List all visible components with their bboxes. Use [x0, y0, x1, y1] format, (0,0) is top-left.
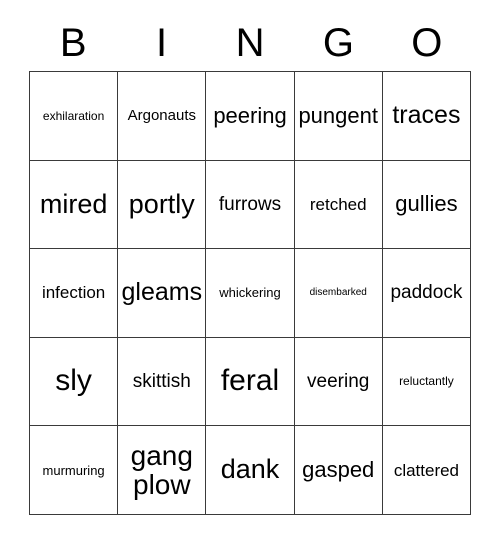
bingo-cell-text: pungent [298, 102, 378, 128]
bingo-row: exhilaration Argonauts peering pungent t… [30, 72, 472, 161]
bingo-grid: exhilaration Argonauts peering pungent t… [29, 71, 472, 515]
bingo-cell-text: retched [309, 194, 367, 214]
bingo-header-letter-b: B [29, 14, 117, 71]
header-letter-text: I [156, 20, 168, 65]
bingo-cell[interactable]: mired [30, 160, 119, 250]
header-letter-text: B [59, 20, 87, 65]
bingo-cell-text: paddock [390, 282, 463, 304]
bingo-cell-text: dank [220, 454, 280, 485]
bingo-cell-text: gang plow [130, 440, 193, 501]
bingo-header-letter-n: N [206, 14, 294, 71]
bingo-cell-text: clattered [393, 460, 460, 480]
bingo-card: B I N G O exhilaration Argonauts peering [0, 0, 500, 544]
bingo-cell[interactable]: reluctantly [382, 337, 472, 427]
bingo-cell[interactable]: paddock [382, 249, 472, 338]
bingo-cell-text: infection [41, 283, 106, 303]
bingo-cell[interactable]: exhilaration [30, 72, 119, 161]
header-letter-text: G [322, 20, 354, 65]
bingo-cell-text: skittish [132, 370, 191, 392]
bingo-cell[interactable]: clattered [382, 426, 472, 515]
bingo-header-letter-i: I [117, 14, 205, 71]
bingo-cell[interactable]: portly [118, 160, 207, 250]
bingo-row: mired portly furrows retched gullies [30, 160, 472, 250]
bingo-cell-text: Argonauts [127, 107, 196, 125]
header-letter-text: N [235, 20, 265, 65]
bingo-cell-text: feral [220, 364, 280, 398]
bingo-header-row: B I N G O [29, 14, 471, 71]
bingo-cell[interactable]: infection [30, 249, 119, 338]
bingo-cell[interactable]: sly [30, 337, 119, 427]
bingo-cell-text: gleams [121, 278, 203, 307]
bingo-cell-text: gullies [395, 191, 458, 217]
bingo-cell-text: traces [392, 101, 461, 130]
bingo-cell[interactable]: disembarked [294, 249, 383, 338]
bingo-cell[interactable]: dank [206, 426, 295, 515]
bingo-cell[interactable]: gullies [382, 160, 472, 250]
bingo-cell-text: portly [128, 188, 195, 219]
bingo-header-letter-g: G [294, 14, 382, 71]
bingo-cell[interactable]: gang plow [118, 426, 207, 515]
bingo-cell[interactable]: pungent [294, 72, 383, 161]
bingo-cell[interactable]: furrows [206, 160, 295, 250]
bingo-cell-text: peering [213, 102, 287, 128]
bingo-cell[interactable]: feral [206, 337, 295, 427]
bingo-cell-text: furrows [218, 193, 282, 215]
bingo-cell[interactable]: Argonauts [118, 72, 207, 161]
bingo-cell-text: veering [307, 370, 370, 392]
bingo-cell-text: disembarked [309, 286, 367, 298]
bingo-row: murmuring gang plow dank gasped clattere… [30, 426, 472, 515]
bingo-header-letter-o: O [383, 14, 471, 71]
bingo-cell[interactable]: peering [206, 72, 295, 161]
bingo-cell[interactable]: murmuring [30, 426, 119, 515]
bingo-row: sly skittish feral veering reluctantly [30, 337, 472, 427]
bingo-cell[interactable]: traces [382, 72, 472, 161]
bingo-cell[interactable]: veering [294, 337, 383, 427]
bingo-cell[interactable]: gleams [118, 249, 207, 338]
bingo-cell[interactable]: whickering [206, 249, 295, 338]
header-letter-text: O [411, 20, 443, 65]
bingo-cell-text: murmuring [42, 462, 105, 478]
bingo-cell-text: mired [39, 188, 108, 219]
bingo-cell-text: sly [55, 364, 92, 398]
bingo-cell[interactable]: retched [294, 160, 383, 250]
bingo-cell-text: whickering [219, 285, 281, 301]
bingo-cell-text: gasped [302, 456, 375, 482]
bingo-cell-text: reluctantly [399, 374, 454, 389]
bingo-cell[interactable]: gasped [294, 426, 383, 515]
bingo-cell-text: exhilaration [42, 108, 105, 123]
bingo-row: infection gleams whickering disembarked … [30, 249, 472, 338]
bingo-cell[interactable]: skittish [118, 337, 207, 427]
